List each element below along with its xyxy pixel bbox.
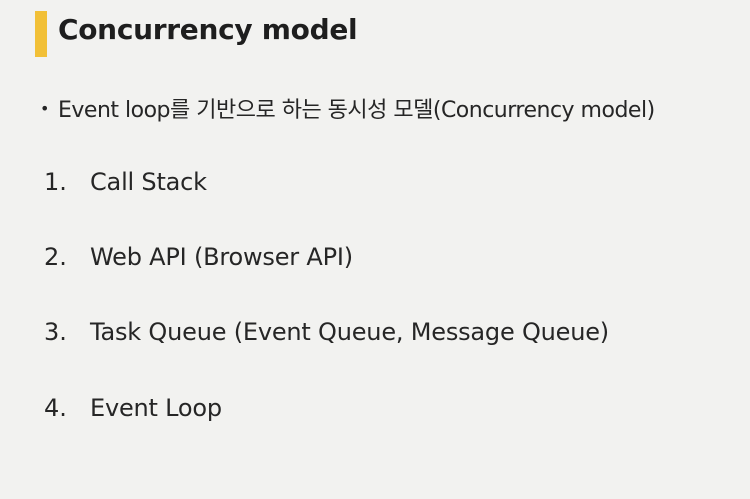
list-item: 3. Task Queue (Event Queue, Message Queue… (44, 318, 609, 346)
title-accent-bar (35, 11, 47, 57)
list-item-number: 2. (44, 243, 67, 271)
slide-title: Concurrency model (58, 13, 358, 46)
list-item-number: 3. (44, 318, 67, 346)
list-item-text: Web API (Browser API) (90, 243, 353, 271)
list-item: 1. Call Stack (44, 168, 207, 196)
bullet-item: • Event loop를 기반으로 하는 동시성 모델(Concurrency … (40, 92, 655, 124)
bullet-text: Event loop를 기반으로 하는 동시성 모델(Concurrency m… (58, 98, 655, 123)
slide: Concurrency model • Event loop를 기반으로 하는 동… (0, 0, 750, 499)
list-item-text: Event Loop (90, 394, 222, 422)
list-item: 2. Web API (Browser API) (44, 243, 353, 271)
list-item-number: 1. (44, 168, 67, 196)
list-item: 4. Event Loop (44, 394, 222, 422)
list-item-number: 4. (44, 394, 67, 422)
bullet-icon: • (40, 99, 49, 118)
list-item-text: Task Queue (Event Queue, Message Queue) (90, 318, 609, 346)
list-item-text: Call Stack (90, 168, 207, 196)
